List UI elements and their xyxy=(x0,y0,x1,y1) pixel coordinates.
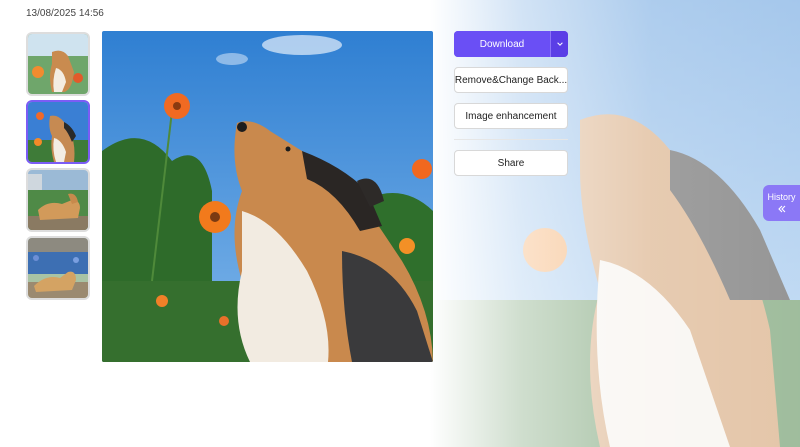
thumbnail-image xyxy=(28,102,88,162)
history-label: History xyxy=(767,192,796,202)
remove-change-background-button[interactable]: Remove&Change Back... xyxy=(454,67,568,93)
double-chevron-left-icon xyxy=(777,205,785,213)
chevron-down-icon xyxy=(556,42,563,46)
thumbnail-image xyxy=(28,34,88,94)
thumbnail-dog-garden[interactable] xyxy=(26,32,90,96)
timestamp: 13/08/2025 14:56 xyxy=(26,8,104,19)
action-panel: Download Remove&Change Back... Image enh… xyxy=(454,31,568,176)
thumbnail-dog-sky[interactable] xyxy=(26,100,90,164)
thumbnail-list xyxy=(26,32,92,304)
thumbnail-image xyxy=(28,170,88,230)
image-enhancement-button[interactable]: Image enhancement xyxy=(454,103,568,129)
download-button[interactable]: Download xyxy=(454,31,550,57)
thumbnail-dog-lying[interactable] xyxy=(26,168,90,232)
main-image-preview[interactable] xyxy=(102,31,433,362)
thumbnail-image xyxy=(28,238,88,298)
share-button[interactable]: Share xyxy=(454,150,568,176)
history-tab[interactable]: History xyxy=(763,185,800,221)
dog-photo xyxy=(102,31,433,362)
thumbnail-dog-flowers[interactable] xyxy=(26,236,90,300)
divider xyxy=(454,139,568,140)
download-button-group: Download xyxy=(454,31,568,57)
download-options-button[interactable] xyxy=(550,31,568,57)
